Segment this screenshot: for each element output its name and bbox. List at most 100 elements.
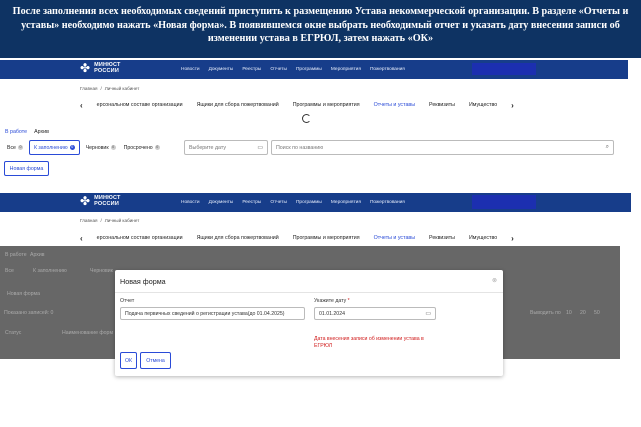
tab-reports-charters[interactable]: Отчеты и уставы bbox=[374, 235, 415, 241]
loading-spinner-icon bbox=[302, 114, 311, 123]
breadcrumb-separator: / bbox=[100, 218, 102, 223]
breadcrumb-2: Главная / Личный кабинет bbox=[80, 218, 139, 223]
new-form-modal: Новая форма ⊗ Отчет Подача первичных све… bbox=[115, 270, 503, 376]
filter-to-fill-dimmed: К заполнению bbox=[33, 268, 67, 274]
filter-overdue-label: Просрочено bbox=[123, 144, 153, 151]
instruction-caption: После заполнения всех необходимых сведен… bbox=[0, 0, 641, 58]
search-placeholder: Поиск по названию bbox=[276, 145, 324, 151]
nav-programs[interactable]: Программы bbox=[296, 200, 322, 205]
per-page-10-dimmed: 10 bbox=[566, 310, 572, 316]
nav-reports[interactable]: Отчеты bbox=[270, 200, 287, 205]
tab-property[interactable]: Имущество bbox=[469, 102, 497, 108]
chevron-left-icon[interactable]: ‹ bbox=[80, 101, 83, 110]
filter-to-fill-count: 0 bbox=[69, 145, 75, 150]
date-filter-input[interactable]: Выберите дату ▭ bbox=[184, 140, 268, 155]
column-name-dimmed: Наименование форм bbox=[62, 330, 114, 336]
subtab-in-work-dimmed: В работе bbox=[5, 252, 27, 258]
nav-events[interactable]: Мероприятия bbox=[331, 200, 361, 205]
user-account-box[interactable] bbox=[472, 195, 536, 209]
close-icon[interactable]: ⊗ bbox=[492, 277, 497, 284]
new-form-button[interactable]: Новая форма bbox=[4, 161, 49, 176]
report-select[interactable]: Подача первичных сведений о регистрации … bbox=[120, 307, 305, 320]
date-field-value: 01.01.2024 bbox=[319, 311, 345, 317]
breadcrumb-current: Личный кабинет bbox=[104, 86, 140, 91]
eagle-emblem-icon: ✤ bbox=[80, 194, 91, 208]
per-page-50-dimmed: 50 bbox=[594, 310, 600, 316]
top-navbar: ✤ МИНЮСТ РОССИИ Новости Документы Реестры… bbox=[0, 60, 628, 79]
status-filters: Все 0 К заполнению 0 Черновик 0 Просрочено 0 bbox=[5, 140, 162, 155]
filter-overdue-count: 0 bbox=[154, 145, 160, 150]
filter-all-label: Все bbox=[7, 144, 16, 151]
tab-reports-charters[interactable]: Отчеты и уставы bbox=[374, 102, 415, 108]
breadcrumb-home[interactable]: Главная bbox=[80, 218, 97, 223]
date-filter-placeholder: Выберите дату bbox=[189, 145, 227, 151]
chevron-left-icon[interactable]: ‹ bbox=[80, 234, 83, 243]
filter-to-fill[interactable]: К заполнению 0 bbox=[28, 140, 80, 155]
tab-programs-events[interactable]: Программы и мероприятия bbox=[293, 235, 360, 241]
logo-line2: РОССИИ bbox=[94, 68, 119, 74]
new-form-button-dimmed: Новая форма bbox=[7, 291, 40, 297]
nav-donations[interactable]: Пожертвования bbox=[370, 67, 405, 72]
chevron-right-icon[interactable]: › bbox=[511, 234, 514, 243]
top-navbar-2: ✤ МИНЮСТ РОССИИ Новости Документы Реестры… bbox=[0, 193, 631, 212]
subtab-archive-dimmed: Архив bbox=[30, 252, 45, 258]
required-mark: * bbox=[347, 298, 350, 304]
tab-donation-boxes[interactable]: Ящики для сбора пожертвований bbox=[197, 102, 279, 108]
nav-registries[interactable]: Реестры bbox=[242, 67, 261, 72]
filter-all-count: 0 bbox=[17, 145, 23, 150]
tab-personnel[interactable]: ерсональном составе организации bbox=[97, 102, 183, 108]
calendar-icon[interactable]: ▭ bbox=[257, 144, 263, 151]
search-icon[interactable]: ⌕ bbox=[606, 144, 609, 151]
work-archive-tabs: В работе Архив bbox=[5, 129, 49, 135]
nav-news[interactable]: Новости bbox=[181, 67, 200, 72]
per-page-20-dimmed: 20 bbox=[580, 310, 586, 316]
date-field[interactable]: 01.01.2024 ▭ bbox=[314, 307, 436, 320]
filter-to-fill-label: К заполнению bbox=[33, 144, 68, 151]
logo-2[interactable]: ✤ МИНЮСТ РОССИИ bbox=[80, 194, 121, 208]
nav-events[interactable]: Мероприятия bbox=[331, 67, 361, 72]
nav-reports[interactable]: Отчеты bbox=[270, 67, 287, 72]
tab-requisites[interactable]: Реквизиты bbox=[429, 102, 455, 108]
filter-all[interactable]: Все 0 bbox=[5, 140, 25, 155]
tab-donation-boxes[interactable]: Ящики для сбора пожертвований bbox=[197, 235, 279, 241]
filter-draft-count: 0 bbox=[110, 145, 116, 150]
report-label: Отчет bbox=[120, 298, 135, 304]
per-page-dimmed: Выводить по bbox=[530, 310, 561, 316]
tab-personnel[interactable]: ерсональном составе организации bbox=[97, 235, 183, 241]
tab-requisites[interactable]: Реквизиты bbox=[429, 235, 455, 241]
nav-news[interactable]: Новости bbox=[181, 200, 200, 205]
nav-programs[interactable]: Программы bbox=[296, 67, 322, 72]
filter-all-dimmed: Все bbox=[5, 268, 14, 274]
logo[interactable]: ✤ МИНЮСТ РОССИИ bbox=[80, 61, 121, 75]
modal-divider bbox=[115, 292, 503, 293]
filter-overdue[interactable]: Просрочено 0 bbox=[122, 140, 162, 155]
subtab-archive[interactable]: Архив bbox=[34, 129, 49, 135]
filter-draft-label: Черновик bbox=[85, 144, 109, 151]
logo-line1: МИНЮСТ bbox=[94, 61, 121, 68]
date-warning-text: Дата внесения записи об изменении устава… bbox=[314, 336, 424, 349]
chevron-right-icon[interactable]: › bbox=[511, 101, 514, 110]
date-label-text: Укажите дату bbox=[314, 298, 347, 304]
nav-donations[interactable]: Пожертвования bbox=[370, 200, 405, 205]
filter-draft[interactable]: Черновик 0 bbox=[84, 140, 118, 155]
tab-property[interactable]: Имущество bbox=[469, 235, 497, 241]
subtab-in-work[interactable]: В работе bbox=[5, 129, 27, 135]
cabinet-tabs-2: ‹ ерсональном составе организации Ящики … bbox=[80, 230, 514, 246]
filter-draft-dimmed: Черновик bbox=[90, 268, 113, 274]
ok-button[interactable]: ОК bbox=[120, 352, 137, 369]
search-input[interactable]: Поиск по названию ⌕ bbox=[271, 140, 614, 155]
nav-documents[interactable]: Документы bbox=[209, 200, 234, 205]
nav-documents[interactable]: Документы bbox=[209, 67, 234, 72]
cancel-button[interactable]: Отмена bbox=[140, 352, 171, 369]
tab-programs-events[interactable]: Программы и мероприятия bbox=[293, 102, 360, 108]
column-status-dimmed: Статус bbox=[5, 330, 22, 336]
calendar-icon[interactable]: ▭ bbox=[425, 310, 431, 317]
breadcrumb-home[interactable]: Главная bbox=[80, 86, 97, 91]
cabinet-tabs: ‹ ерсональном составе организации Ящики … bbox=[80, 97, 514, 113]
breadcrumb-current: Личный кабинет bbox=[104, 218, 140, 223]
breadcrumb: Главная / Личный кабинет bbox=[80, 86, 139, 91]
records-shown-dimmed: Показано записей: 0 bbox=[4, 310, 54, 316]
nav-registries[interactable]: Реестры bbox=[242, 200, 261, 205]
logo-line2: РОССИИ bbox=[94, 201, 119, 207]
user-account-box[interactable] bbox=[472, 63, 536, 75]
